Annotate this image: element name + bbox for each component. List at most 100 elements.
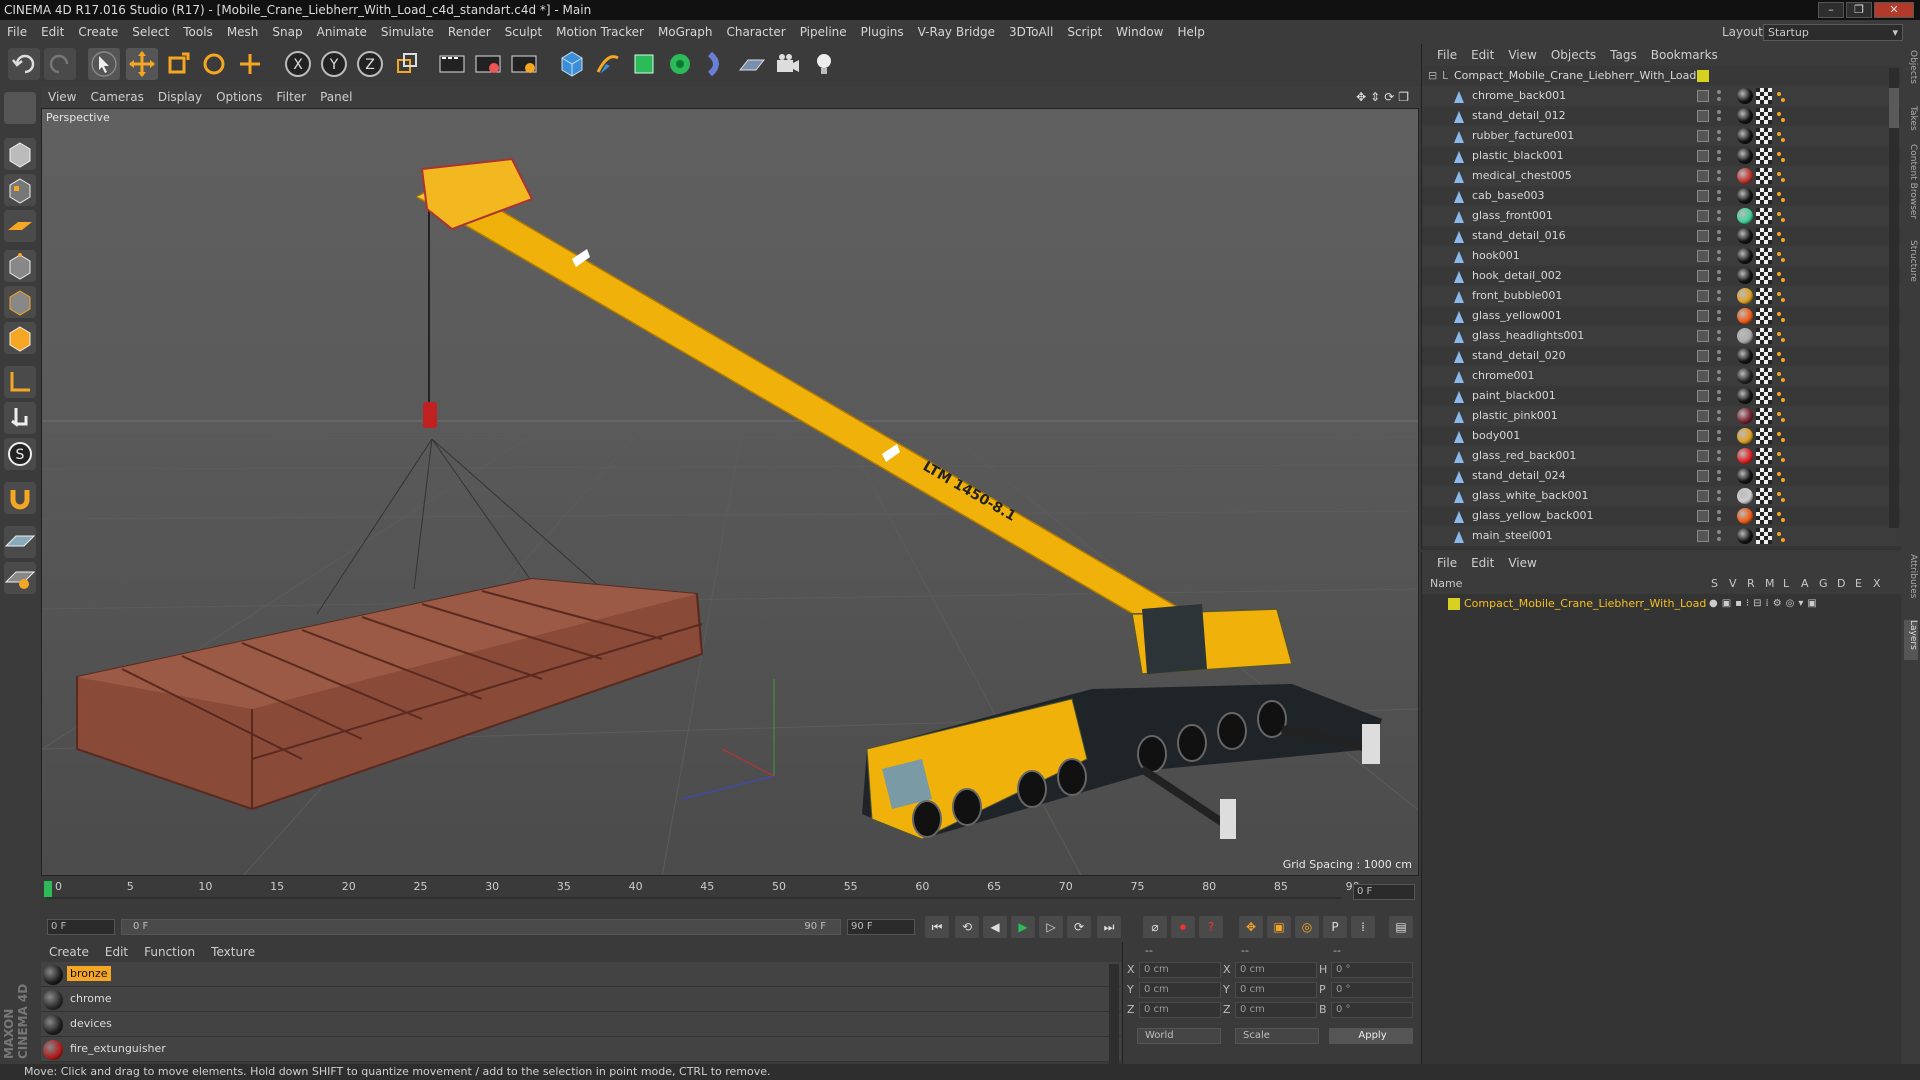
visibility-dots-icon[interactable] [1716, 429, 1722, 443]
object-row[interactable]: glass_yellow_back001 [1422, 506, 1901, 526]
light-icon[interactable] [808, 48, 840, 80]
material-scrollbar[interactable] [1109, 964, 1119, 1064]
material-row[interactable]: fire_extunguisher [41, 1037, 1121, 1062]
edit-icon[interactable] [1697, 270, 1709, 282]
texture-tag-icon[interactable] [1756, 108, 1772, 124]
material-tag-icon[interactable] [1737, 288, 1753, 304]
phong-tag-icon[interactable] [1776, 490, 1786, 502]
keyframe-help-icon[interactable]: ? [1199, 916, 1223, 938]
minimize-button[interactable]: – [1818, 2, 1844, 18]
edit-icon[interactable] [1697, 230, 1709, 242]
visibility-dots-icon[interactable] [1716, 229, 1722, 243]
material-menu-texture[interactable]: Texture [203, 942, 263, 962]
model-mode-icon[interactable] [4, 138, 36, 170]
object-row[interactable]: stand_detail_016 [1422, 226, 1901, 246]
axis-mode-icon[interactable] [4, 366, 36, 398]
object-row[interactable]: plastic_black001 [1422, 146, 1901, 166]
cloner-icon[interactable] [664, 48, 696, 80]
visibility-dots-icon[interactable] [1716, 329, 1722, 343]
menu-script[interactable]: Script [1060, 21, 1109, 43]
key-parameter-icon[interactable]: P [1323, 916, 1347, 938]
rotate-tool-icon[interactable] [198, 48, 230, 80]
visibility-dots-icon[interactable] [1716, 289, 1722, 303]
phong-tag-icon[interactable] [1776, 430, 1786, 442]
visibility-dots-icon[interactable] [1716, 209, 1722, 223]
phong-tag-icon[interactable] [1776, 170, 1786, 182]
coord-value-field[interactable]: 0 cm [1235, 962, 1317, 978]
menu-file[interactable]: File [0, 21, 34, 43]
layout-select[interactable]: Startup ▾ [1763, 24, 1903, 41]
material-preview-ball[interactable] [43, 965, 63, 985]
texture-tag-icon[interactable] [1756, 368, 1772, 384]
visibility-dots-icon[interactable] [1716, 309, 1722, 323]
texture-tag-icon[interactable] [1756, 268, 1772, 284]
menu-snap[interactable]: Snap [265, 21, 309, 43]
visibility-dots-icon[interactable] [1716, 109, 1722, 123]
visibility-dots-icon[interactable] [1716, 169, 1722, 183]
key-rotation-icon[interactable]: ◎ [1295, 916, 1319, 938]
x-axis-lock-icon[interactable]: X [282, 48, 314, 80]
viewport-nav-icons[interactable]: ✥⇕⟳❐ [1356, 86, 1413, 108]
material-tag-icon[interactable] [1737, 268, 1753, 284]
visibility-dots-icon[interactable] [1716, 269, 1722, 283]
end-frame-field[interactable]: 90 F [847, 919, 915, 935]
texture-tag-icon[interactable] [1756, 228, 1772, 244]
texture-tag-icon[interactable] [1756, 528, 1772, 544]
menu-pipeline[interactable]: Pipeline [793, 21, 854, 43]
material-row[interactable]: devices [41, 1012, 1121, 1037]
phong-tag-icon[interactable] [1776, 150, 1786, 162]
edit-icon[interactable] [1697, 470, 1709, 482]
tab-content-browser[interactable]: Content Browser [1904, 144, 1918, 234]
coordinate-system-icon[interactable] [390, 48, 422, 80]
edit-icon[interactable] [1697, 510, 1709, 522]
object-row[interactable]: stand_detail_012 [1422, 106, 1901, 126]
viewport-menu-view[interactable]: View [41, 86, 83, 108]
material-tag-icon[interactable] [1737, 88, 1753, 104]
menu-motion-tracker[interactable]: Motion Tracker [549, 21, 651, 43]
phong-tag-icon[interactable] [1776, 450, 1786, 462]
texture-tag-icon[interactable] [1756, 348, 1772, 364]
material-tag-icon[interactable] [1737, 328, 1753, 344]
object-row[interactable]: paint_black001 [1422, 386, 1901, 406]
object-row[interactable]: chrome001 [1422, 366, 1901, 386]
visibility-dots-icon[interactable] [1716, 89, 1722, 103]
layers-menu-file[interactable]: File [1430, 552, 1464, 574]
render-picture-viewer-icon[interactable] [472, 48, 504, 80]
previous-frame-icon[interactable]: ◀ [983, 916, 1007, 938]
phong-tag-icon[interactable] [1776, 210, 1786, 222]
collapse-icon[interactable]: ⊟ [1428, 66, 1437, 86]
object-row[interactable]: hook_detail_002 [1422, 266, 1901, 286]
subdivision-surface-icon[interactable] [628, 48, 660, 80]
material-tag-icon[interactable] [1737, 428, 1753, 444]
edit-icon[interactable] [1697, 170, 1709, 182]
edit-icon[interactable] [1697, 330, 1709, 342]
object-row[interactable]: stand_detail_024 [1422, 466, 1901, 486]
visibility-dots-icon[interactable] [1716, 249, 1722, 263]
layers-menu-view[interactable]: View [1501, 552, 1543, 574]
material-tag-icon[interactable] [1737, 188, 1753, 204]
material-preview-ball[interactable] [43, 990, 63, 1010]
layers-menu-edit[interactable]: Edit [1464, 552, 1501, 574]
visibility-dots-icon[interactable] [1716, 409, 1722, 423]
menu-simulate[interactable]: Simulate [374, 21, 441, 43]
edit-icon[interactable] [1697, 490, 1709, 502]
material-tag-icon[interactable] [1737, 128, 1753, 144]
edit-icon[interactable] [1697, 450, 1709, 462]
key-pla-icon[interactable]: ⁞ [1351, 916, 1375, 938]
phong-tag-icon[interactable] [1776, 470, 1786, 482]
edit-icon[interactable] [1697, 110, 1709, 122]
material-tag-icon[interactable] [1737, 308, 1753, 324]
visibility-dots-icon[interactable] [1716, 349, 1722, 363]
redo-icon[interactable] [44, 48, 76, 80]
phong-tag-icon[interactable] [1776, 310, 1786, 322]
object-root-row[interactable]: ⊟ L Compact_Mobile_Crane_Liebherr_With_L… [1422, 66, 1901, 86]
snap-icon[interactable]: S [4, 438, 36, 470]
tab-layers[interactable]: Layers [1904, 620, 1918, 660]
material-tag-icon[interactable] [1737, 148, 1753, 164]
menu-vray-bridge[interactable]: V-Ray Bridge [911, 21, 1002, 43]
scale-tool-icon[interactable] [162, 48, 194, 80]
object-row[interactable]: plastic_pink001 [1422, 406, 1901, 426]
edit-icon[interactable] [1697, 90, 1709, 102]
edit-icon[interactable] [1697, 250, 1709, 262]
live-select-icon[interactable] [234, 48, 266, 80]
